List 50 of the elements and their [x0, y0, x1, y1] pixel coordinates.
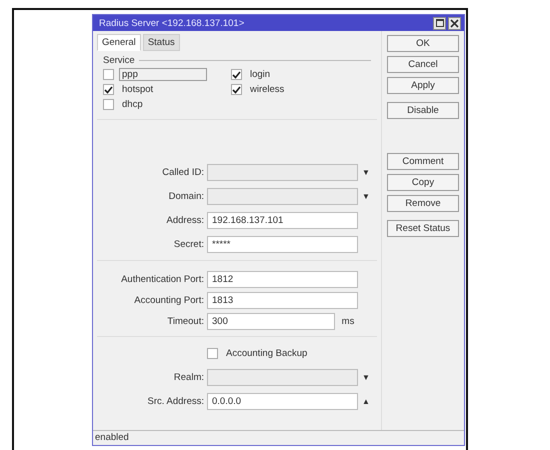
- checkbox[interactable]: [103, 69, 114, 80]
- field-label: Accounting Port:: [133, 295, 204, 306]
- field-label: Address:: [166, 214, 204, 226]
- dialog-button[interactable]: Disable: [387, 102, 459, 119]
- checkbox[interactable]: [207, 348, 218, 358]
- input-field[interactable]: 192.168.137.101: [207, 212, 358, 228]
- dialog-button[interactable]: Apply: [387, 77, 459, 94]
- field-label: Realm:: [172, 372, 204, 382]
- checkbox[interactable]: [103, 84, 114, 95]
- unit-label: ms: [340, 316, 356, 327]
- input-field[interactable]: 1812: [207, 271, 358, 288]
- field-label: Secret:: [172, 238, 204, 250]
- field-label: Timeout:: [166, 316, 204, 327]
- window-title: Radius Server <192.168.137.101>: [99, 18, 244, 28]
- dropdown-arrow-button[interactable]: ▼: [361, 372, 371, 382]
- checkbox-label[interactable]: hotspot: [119, 83, 156, 96]
- checkbox-label[interactable]: Accounting Backup: [223, 346, 310, 360]
- dialog-button[interactable]: Copy: [387, 174, 459, 191]
- dialog-button[interactable]: Reset Status: [387, 220, 459, 237]
- status-text: enabled: [95, 432, 129, 443]
- field-label: Authentication Port:: [120, 274, 204, 285]
- dropdown-field[interactable]: [207, 368, 358, 386]
- dropdown-field[interactable]: [207, 188, 358, 204]
- checkbox-label[interactable]: ppp: [119, 68, 207, 81]
- checkbox-label[interactable]: wireless: [247, 83, 288, 96]
- field-label: Called ID:: [161, 166, 204, 178]
- maximize-icon[interactable]: [433, 16, 446, 30]
- group-label: Service: [103, 55, 135, 66]
- dropdown-arrow-button[interactable]: ▼: [361, 168, 371, 176]
- field-label: Src. Address:: [146, 396, 204, 406]
- checkbox-label[interactable]: login: [247, 68, 274, 81]
- input-field[interactable]: 300: [207, 313, 335, 330]
- tab[interactable]: Status: [142, 34, 180, 51]
- input-field[interactable]: *****: [207, 236, 358, 252]
- dialog-button[interactable]: Cancel: [387, 56, 459, 73]
- checkbox[interactable]: [103, 99, 114, 110]
- input-field[interactable]: 0.0.0.0: [207, 392, 358, 410]
- field-label: Domain:: [168, 190, 204, 202]
- checkbox[interactable]: [231, 69, 242, 80]
- tab[interactable]: General: [97, 34, 141, 51]
- dropdown-field[interactable]: [207, 164, 358, 180]
- dialog-button[interactable]: Remove: [387, 195, 459, 212]
- checkbox[interactable]: [231, 84, 242, 95]
- dialog-button[interactable]: Comment: [387, 153, 459, 170]
- dropdown-arrow-button[interactable]: ▼: [361, 192, 371, 200]
- dropdown-arrow-button[interactable]: ▲: [361, 396, 371, 406]
- close-icon[interactable]: [448, 16, 461, 30]
- input-field[interactable]: 1813: [207, 292, 358, 309]
- dialog-button[interactable]: OK: [387, 35, 459, 52]
- checkbox-label[interactable]: dhcp: [119, 98, 146, 111]
